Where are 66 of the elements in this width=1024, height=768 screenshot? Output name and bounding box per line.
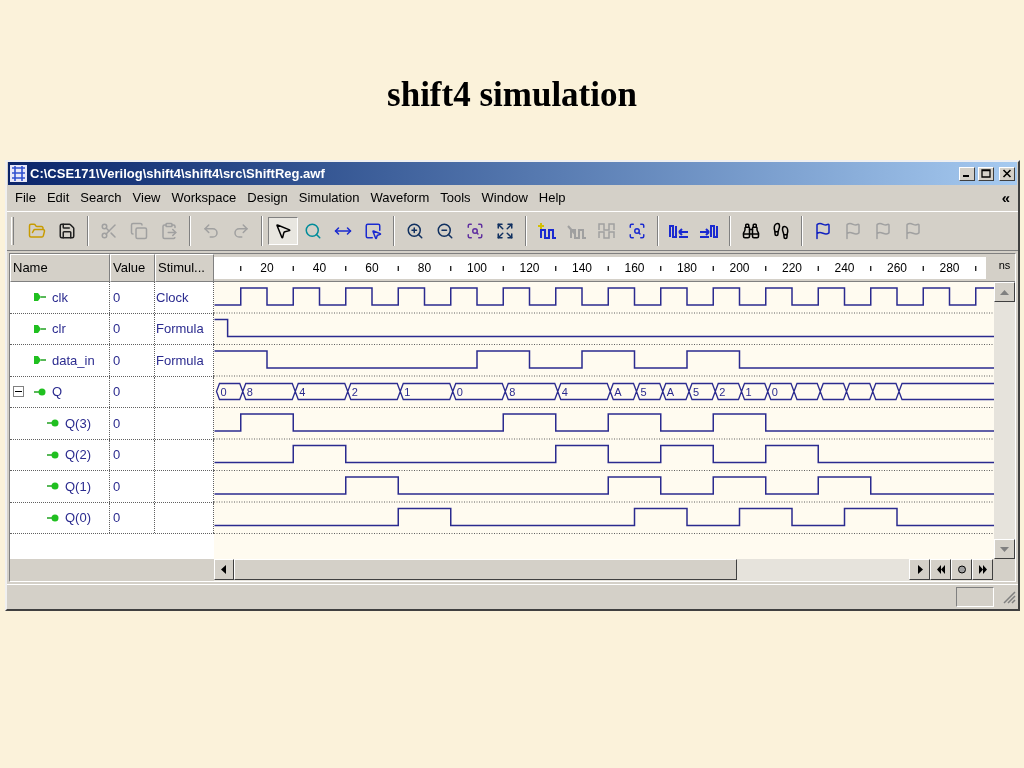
signal-value: 0 — [113, 477, 121, 496]
menu-item[interactable]: Simulation — [294, 188, 364, 208]
stimulus-type: Formula — [156, 351, 204, 370]
menu-overflow-button[interactable]: « — [1001, 186, 1010, 210]
bus-value-label: 0 — [220, 385, 227, 398]
bus-value-label: 1 — [404, 385, 411, 398]
ruler-tick-label: 200 — [729, 260, 750, 275]
ruler-tick-label: 280 — [939, 260, 960, 275]
ruler-tick-label: 40 — [312, 260, 327, 275]
signal-value: 0 — [113, 509, 121, 527]
menu-item[interactable]: Edit — [42, 188, 74, 208]
bus-value-label: 4 — [299, 385, 306, 398]
menu-item[interactable]: Tools — [436, 188, 475, 208]
menu-item[interactable]: Workspace — [167, 188, 241, 208]
ruler-tick-label: 240 — [834, 260, 855, 275]
bus-value-label: 8 — [509, 385, 516, 398]
ruler-tick-label: 260 — [887, 260, 907, 275]
menu-item[interactable]: Design — [243, 188, 292, 208]
bus-value-label: 5 — [640, 385, 647, 398]
column-header[interactable]: Value — [110, 254, 155, 282]
signal-value: 0 — [113, 320, 121, 338]
ruler-tick-label: 160 — [624, 260, 645, 275]
bus-value-label: 2 — [351, 385, 358, 398]
time-unit-label: ns — [998, 258, 1011, 273]
signal-value: 0 — [113, 288, 121, 307]
signal-name[interactable]: Q(1) — [65, 476, 91, 496]
bus-value-label: 1 — [745, 385, 752, 398]
column-header[interactable]: Name — [10, 254, 110, 282]
ruler-tick-label: 120 — [519, 260, 540, 275]
slide-title: shift4 simulation — [387, 73, 637, 116]
ruler-tick-label: 80 — [417, 260, 432, 275]
menu-item[interactable]: File — [11, 188, 40, 208]
ruler-tick-label: 60 — [365, 260, 379, 275]
ruler-tick-label: 140 — [572, 260, 592, 275]
ruler-tick-label: 180 — [677, 260, 697, 275]
menu-item[interactable]: Search — [76, 188, 126, 208]
bus-value-label: 0 — [456, 385, 463, 398]
signal-value: 0 — [113, 414, 121, 433]
menu-item[interactable]: Waveform — [366, 188, 434, 208]
signal-name[interactable]: Q(0) — [65, 508, 91, 528]
signal-name[interactable]: data_in — [52, 350, 95, 370]
signal-name[interactable]: clr — [52, 319, 66, 339]
signal-value: 0 — [113, 383, 121, 401]
menu-item[interactable]: Window — [477, 188, 532, 208]
column-header[interactable]: Stimul... — [155, 254, 214, 282]
signal-name[interactable]: Q — [52, 382, 63, 402]
ruler-tick-label: 100 — [467, 260, 487, 275]
menu-item[interactable]: View — [128, 188, 165, 208]
bus-value-label: A — [614, 385, 622, 398]
signal-name[interactable]: Q(3) — [65, 413, 91, 433]
signal-value: 0 — [113, 351, 121, 370]
menu-item[interactable]: Help — [534, 188, 570, 208]
window-title: C:\CSE171\Verilog\shift4\shift4\src\ShiftReg.awf — [30, 164, 325, 183]
stimulus-type: Formula — [156, 320, 204, 338]
signal-value: 0 — [113, 446, 121, 464]
ruler-tick-label: 220 — [782, 260, 802, 275]
stimulus-type: Clock — [156, 288, 189, 307]
bus-value-label: 8 — [246, 385, 253, 398]
bus-value-label: A — [666, 385, 675, 398]
bus-value-label: 4 — [561, 385, 568, 398]
ruler-tick-label: 20 — [260, 260, 274, 275]
bus-value-label: 0 — [771, 385, 778, 398]
signal-name[interactable]: Q(2) — [65, 445, 91, 465]
bus-value-label: 5 — [693, 385, 700, 398]
signal-name[interactable]: clk — [52, 287, 68, 307]
bus-value-label: 2 — [719, 385, 726, 398]
